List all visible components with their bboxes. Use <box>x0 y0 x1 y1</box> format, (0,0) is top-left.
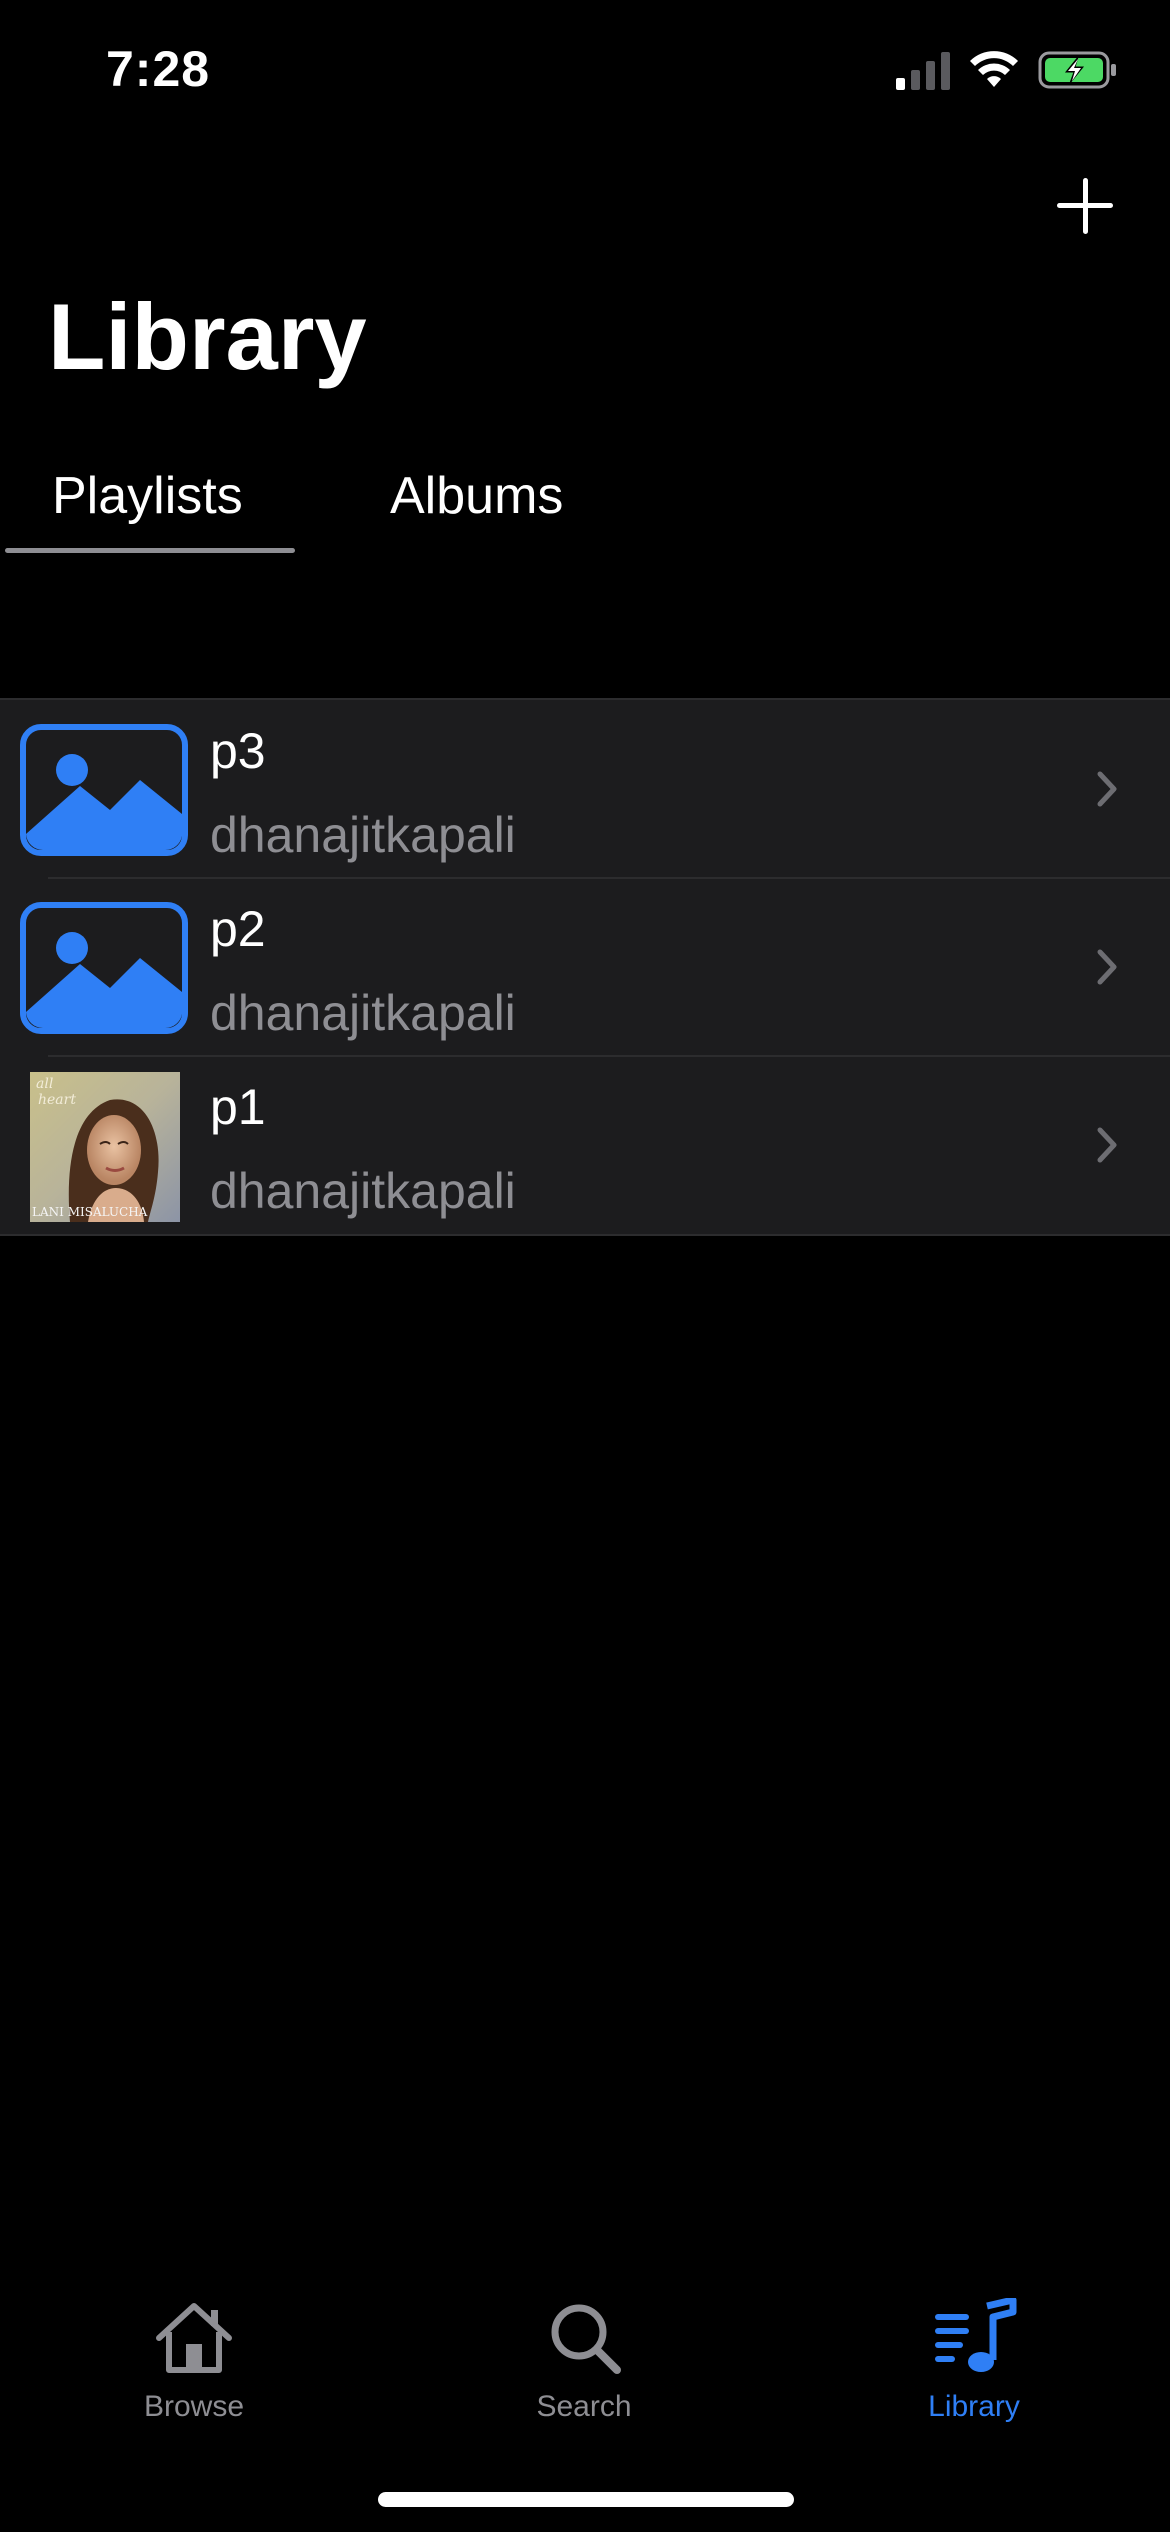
cellular-signal-icon <box>896 50 950 90</box>
tab-bar-search[interactable]: Search <box>464 2298 704 2424</box>
playlist-list: p3 dhanajitkapali p2 dhanajitkapali all … <box>0 698 1170 1236</box>
chevron-right-icon <box>1097 771 1117 807</box>
tab-bar-label: Search <box>536 2390 632 2423</box>
add-playlist-button[interactable] <box>1055 176 1115 236</box>
playlist-row-p3[interactable]: p3 dhanajitkapali <box>0 700 1170 878</box>
bottom-tab-bar: Browse Search Library <box>0 2270 1170 2450</box>
house-icon <box>156 2303 232 2373</box>
tab-bar-browse[interactable]: Browse <box>74 2298 314 2424</box>
home-indicator[interactable] <box>378 2492 794 2507</box>
playlist-title: p2 <box>210 901 266 957</box>
wifi-icon <box>970 51 1018 87</box>
placeholder-image-icon <box>20 724 188 856</box>
tab-albums[interactable]: Albums <box>390 466 563 526</box>
tab-playlists[interactable]: Playlists <box>52 466 243 526</box>
status-bar: 7:28 <box>0 0 1170 150</box>
playlist-title: p3 <box>210 723 266 779</box>
tab-bar-library[interactable]: Library <box>854 2296 1094 2424</box>
svg-text:all: all <box>36 1076 53 1092</box>
playlist-owner: dhanajitkapali <box>210 1163 516 1219</box>
tab-bar-label: Library <box>928 2390 1020 2423</box>
status-time: 7:28 <box>106 41 211 97</box>
playlist-title: p1 <box>210 1079 266 1135</box>
tab-bar-label: Browse <box>143 2390 245 2423</box>
playlist-owner: dhanajitkapali <box>210 985 516 1041</box>
svg-text:heart: heart <box>38 1092 76 1108</box>
svg-text:LANI MISALUCHA: LANI MISALUCHA <box>32 1205 148 1219</box>
playlist-owner: dhanajitkapali <box>210 807 516 863</box>
battery-charging-icon <box>1038 51 1116 89</box>
playlist-row-p1[interactable]: all heart LANI MISALUCHA p1 dhanajitkapa… <box>0 1055 1170 1234</box>
playlist-row-p2[interactable]: p2 dhanajitkapali <box>0 877 1170 1056</box>
library-tabs: Playlists Albums <box>0 456 1170 556</box>
page-title: Library <box>48 284 367 389</box>
status-icons <box>896 50 1118 90</box>
magnifying-glass-icon <box>551 2304 621 2374</box>
chevron-right-icon <box>1097 949 1117 985</box>
music-library-icon <box>935 2296 1017 2372</box>
placeholder-image-icon <box>20 902 188 1034</box>
album-cover-image: all heart LANI MISALUCHA <box>30 1072 180 1222</box>
tab-selection-indicator <box>5 548 295 553</box>
chevron-right-icon <box>1097 1127 1117 1163</box>
